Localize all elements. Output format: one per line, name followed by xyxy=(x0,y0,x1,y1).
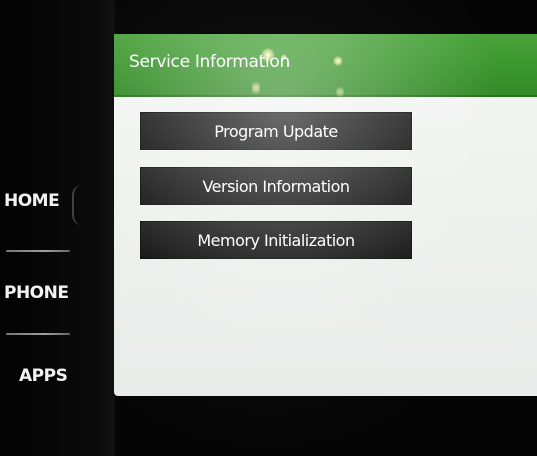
apps-hard-button[interactable]: APPS xyxy=(19,366,68,386)
memory-initialization-button[interactable]: Memory Initialization xyxy=(140,221,412,259)
bezel-divider xyxy=(6,250,70,252)
display-screen: Service Information Program Update Versi… xyxy=(114,34,537,396)
light-reflection xyxy=(336,86,344,98)
page-title: Service Information xyxy=(129,52,290,72)
light-reflection xyxy=(333,56,343,66)
program-update-button[interactable]: Program Update xyxy=(140,112,412,150)
light-reflection xyxy=(252,80,260,96)
bezel-divider xyxy=(6,333,70,335)
head-unit-photo: HOME PHONE APPS Service Information Prog… xyxy=(0,0,537,456)
version-information-button[interactable]: Version Information xyxy=(140,167,412,205)
phone-hard-button[interactable]: PHONE xyxy=(4,283,69,303)
home-hard-button[interactable]: HOME xyxy=(4,191,60,211)
left-bezel: HOME PHONE APPS xyxy=(0,0,115,456)
title-bar: Service Information xyxy=(114,34,537,98)
bezel-edge xyxy=(72,185,82,225)
